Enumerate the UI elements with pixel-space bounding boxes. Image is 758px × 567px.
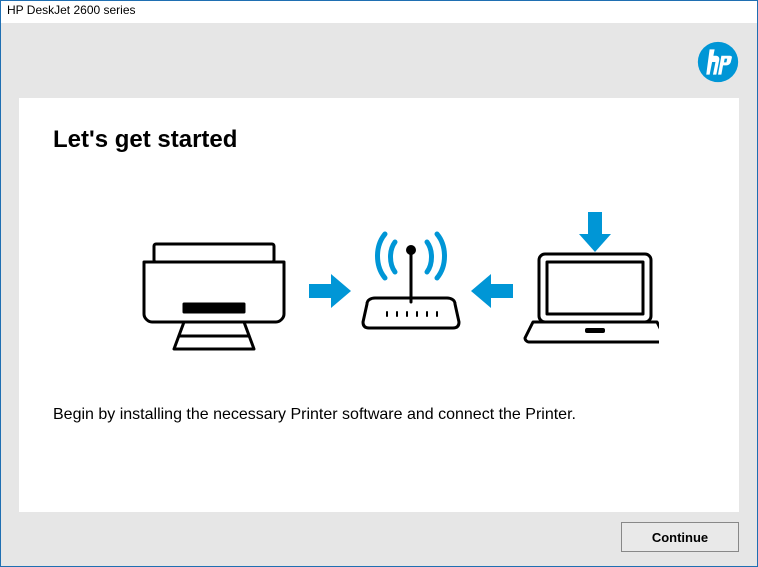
description-text: Begin by installing the necessary Printe…	[53, 404, 613, 426]
setup-illustration	[53, 204, 705, 364]
arrow-left-icon	[471, 274, 513, 308]
wifi-router-icon	[363, 234, 459, 328]
printer-icon	[144, 244, 284, 349]
logo-row	[19, 41, 739, 88]
continue-button[interactable]: Continue	[621, 522, 739, 552]
installer-window: HP DeskJet 2600 series Let's get started	[0, 0, 758, 567]
arrow-down-icon	[579, 212, 611, 252]
button-row: Continue	[19, 522, 739, 552]
window-title: HP DeskJet 2600 series	[1, 1, 757, 23]
arrow-right-icon	[309, 274, 351, 308]
content-card: Let's get started	[19, 98, 739, 512]
hp-logo-icon	[697, 41, 739, 88]
laptop-icon	[525, 254, 659, 342]
outer-panel: Let's get started	[1, 23, 757, 566]
page-title: Let's get started	[53, 126, 705, 154]
